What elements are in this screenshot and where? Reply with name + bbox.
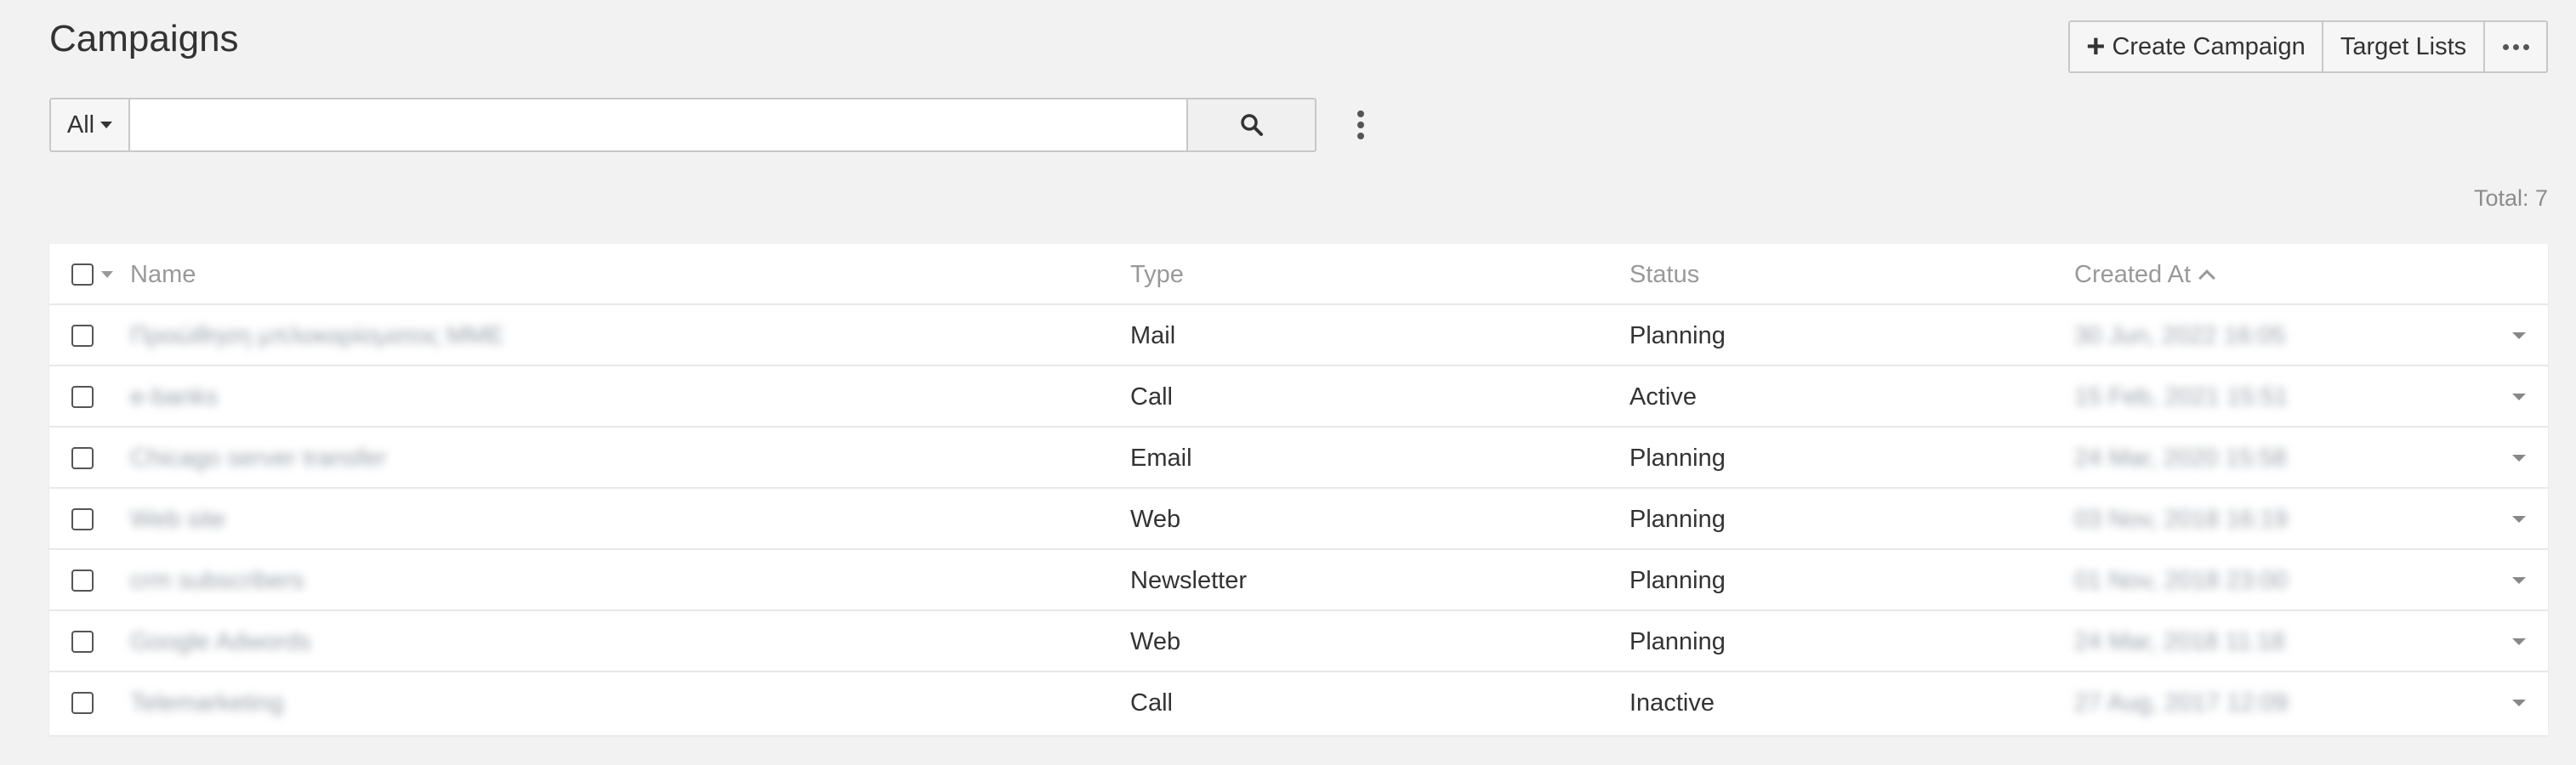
campaign-name-link[interactable]: Chicago server transfer (130, 428, 386, 489)
table-row: Web site Web Planning 03 Nov, 2018 16:19 (49, 489, 2548, 550)
row-checkbox[interactable] (71, 570, 94, 592)
campaign-status: Planning (1629, 444, 1726, 472)
campaign-status: Planning (1629, 505, 1726, 533)
table-row: Chicago server transfer Email Planning 2… (49, 428, 2548, 489)
kebab-icon[interactable] (1345, 105, 1376, 144)
total-count: Total: 7 (2473, 185, 2548, 211)
column-header-status[interactable]: Status (1629, 244, 1699, 305)
page-title: Campaigns (49, 18, 239, 60)
row-checkbox[interactable] (71, 631, 94, 653)
campaign-created-at: 30 Jun, 2022 16:05 (2074, 321, 2286, 349)
campaign-type: Mail (1130, 321, 1176, 349)
table-row: crm subscribers Newsletter Planning 01 N… (49, 550, 2548, 611)
campaigns-table: Name Type Status Created At Προώθηση μπλ… (49, 244, 2548, 735)
campaign-created-at: 24 Mar, 2018 11:18 (2074, 627, 2285, 655)
row-checkbox[interactable] (71, 447, 94, 469)
row-actions-dropdown-icon[interactable] (2512, 700, 2526, 706)
row-actions-dropdown-icon[interactable] (2512, 516, 2526, 523)
search-button[interactable] (1186, 98, 1316, 152)
filter-dropdown-button[interactable]: All (49, 98, 130, 152)
row-actions-dropdown-icon[interactable] (2512, 394, 2526, 400)
target-lists-button[interactable]: Target Lists (2322, 20, 2485, 73)
plus-icon: + (2086, 29, 2106, 65)
column-header-name[interactable]: Name (130, 244, 196, 305)
target-lists-label: Target Lists (2340, 32, 2467, 60)
campaign-status: Planning (1629, 566, 1726, 594)
campaign-type: Web (1130, 627, 1181, 655)
campaign-created-at: 24 Mar, 2020 15:58 (2074, 444, 2287, 472)
campaign-status: Planning (1629, 627, 1726, 655)
campaign-status: Active (1629, 382, 1697, 411)
campaign-created-at: 01 Nov, 2018 23:00 (2074, 566, 2288, 594)
campaign-type: Web (1130, 505, 1181, 533)
more-actions-button[interactable] (2483, 20, 2548, 73)
campaign-name-link[interactable]: Προώθηση μπλοκαρίσματος ΜΜΕ (130, 305, 504, 366)
table-row: Προώθηση μπλοκαρίσματος ΜΜΕ Mail Plannin… (49, 305, 2548, 366)
campaign-name-link[interactable]: Google Adwords (130, 611, 311, 672)
column-header-created-at[interactable]: Created At (2074, 244, 2215, 305)
row-checkbox[interactable] (71, 508, 94, 530)
search-input[interactable] (130, 98, 1186, 152)
campaign-name-link[interactable]: e-banks (130, 366, 218, 428)
campaign-name-link[interactable]: Web site (130, 489, 225, 550)
header-button-group: + Create Campaign Target Lists (2068, 20, 2548, 73)
select-all-cell (71, 244, 113, 305)
search-bar: All (49, 98, 1316, 152)
campaign-name-link[interactable]: Telemarketing (130, 672, 284, 734)
row-checkbox[interactable] (71, 692, 94, 714)
campaign-type: Call (1130, 382, 1173, 411)
create-campaign-label: Create Campaign (2112, 32, 2306, 60)
search-icon (1240, 114, 1263, 136)
row-actions-dropdown-icon[interactable] (2512, 577, 2526, 584)
created-at-label: Created At (2074, 260, 2192, 288)
sort-ascending-icon (2198, 269, 2215, 286)
campaign-name-link[interactable]: crm subscribers (130, 550, 304, 611)
campaigns-page: Campaigns + Create Campaign Target Lists… (0, 0, 2576, 765)
row-checkbox[interactable] (71, 386, 94, 408)
table-row: Google Adwords Web Planning 24 Mar, 2018… (49, 611, 2548, 672)
campaign-type: Call (1130, 688, 1173, 717)
create-campaign-button[interactable]: + Create Campaign (2068, 20, 2323, 73)
row-actions-dropdown-icon[interactable] (2512, 332, 2526, 339)
filter-label: All (66, 110, 95, 139)
campaign-created-at: 15 Feb, 2021 15:51 (2074, 382, 2289, 411)
row-actions-dropdown-icon[interactable] (2512, 638, 2526, 645)
column-header-type[interactable]: Type (1130, 244, 1184, 305)
table-header-row: Name Type Status Created At (49, 244, 2548, 305)
select-all-checkbox[interactable] (71, 264, 94, 286)
campaign-created-at: 03 Nov, 2018 16:19 (2074, 505, 2288, 533)
table-row: Telemarketing Call Inactive 27 Aug, 2017… (49, 672, 2548, 734)
campaign-status: Inactive (1629, 688, 1714, 717)
table-row: e-banks Call Active 15 Feb, 2021 15:51 (49, 366, 2548, 428)
campaign-created-at: 27 Aug, 2017 12:09 (2074, 688, 2289, 717)
row-checkbox[interactable] (71, 325, 94, 347)
chevron-down-icon (100, 122, 113, 128)
row-actions-dropdown-icon[interactable] (2512, 455, 2526, 462)
chevron-down-icon[interactable] (101, 271, 113, 278)
campaign-status: Planning (1629, 321, 1726, 349)
campaign-type: Newsletter (1130, 566, 1247, 594)
campaign-type: Email (1130, 444, 1192, 472)
more-horizontal-icon (2502, 43, 2529, 50)
